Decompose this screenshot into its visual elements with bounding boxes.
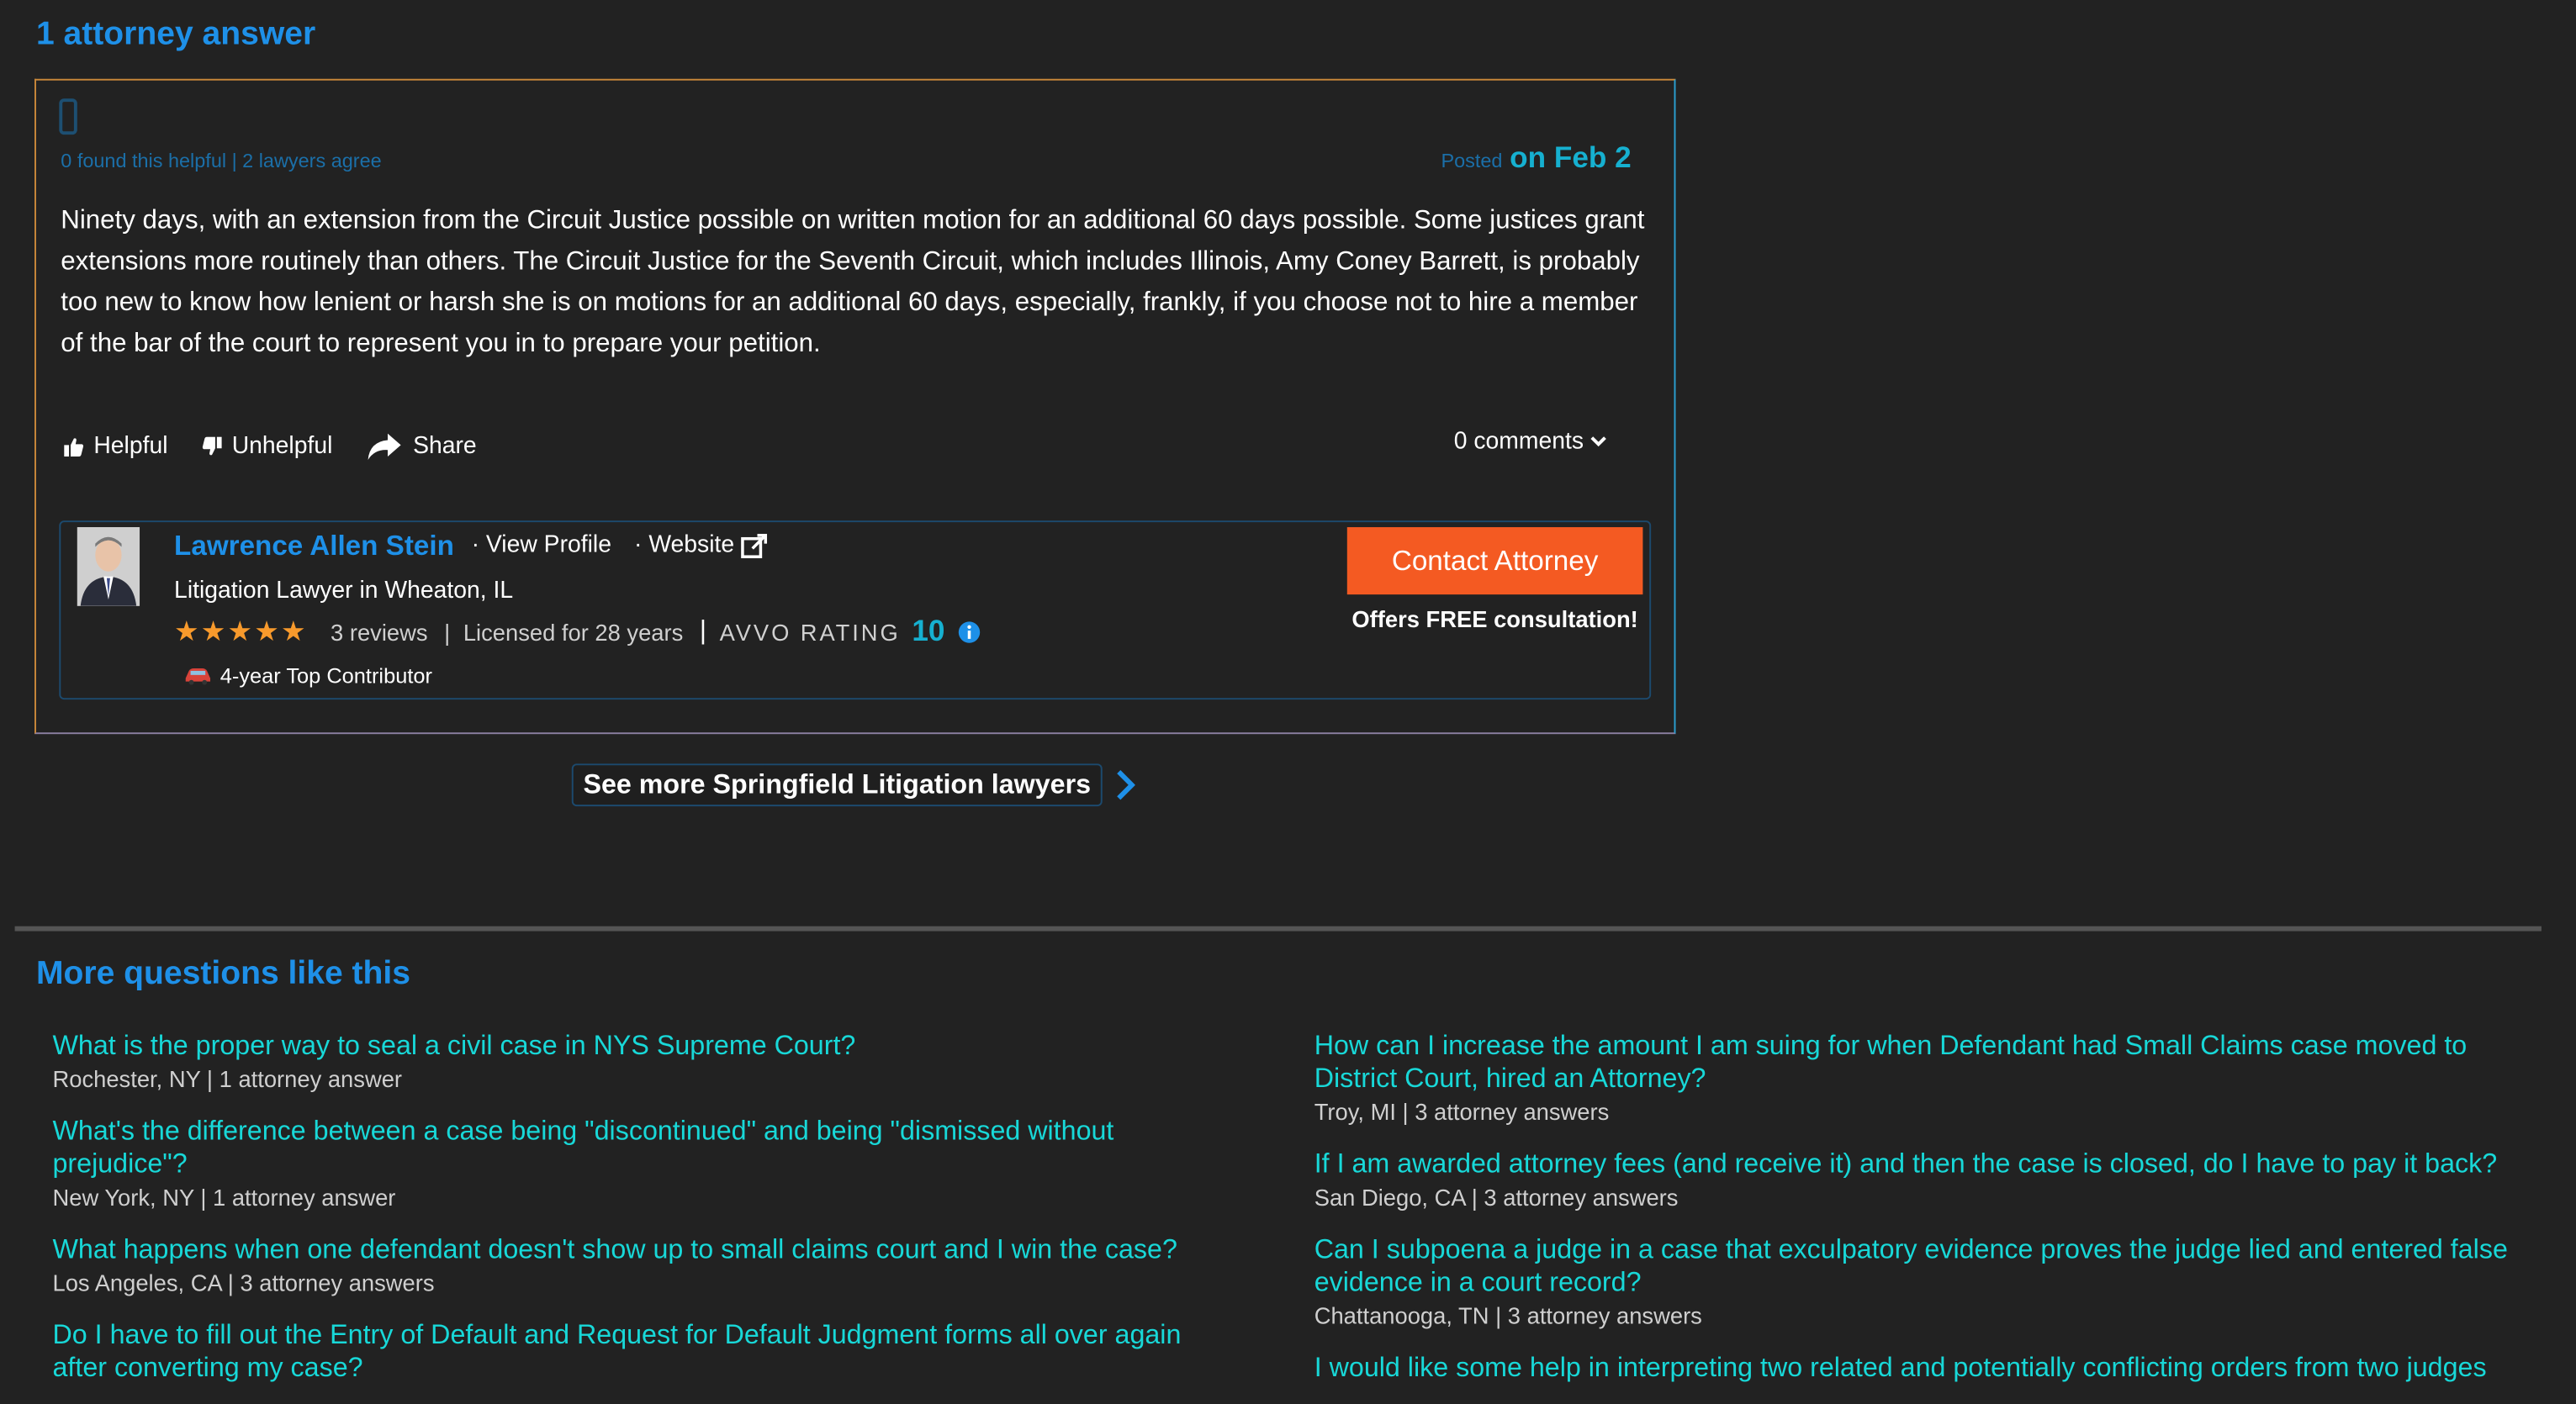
question-meta: San Diego, CA | 3 attorney answers — [1314, 1184, 1679, 1211]
lawyer-title: Litigation Lawyer in Wheaton, IL — [174, 578, 514, 604]
question-meta: Troy, MI | 3 attorney answers — [1314, 1098, 1610, 1126]
helpful-button[interactable]: Helpful — [64, 433, 168, 460]
question-meta: Los Angeles, CA | 3 attorney answers — [52, 1269, 435, 1296]
question-link[interactable]: Do I have to fill out the Entry of Defau… — [53, 1319, 1219, 1385]
question-link[interactable]: If I am awarded attorney fees (and recei… — [1314, 1148, 2514, 1180]
question-link[interactable]: I would like some help in interpreting t… — [1314, 1352, 2514, 1385]
questions-column-right: How can I increase the amount I am suing… — [1314, 1030, 2514, 1404]
thumbs-down-icon — [203, 436, 222, 456]
question-meta: New York, NY | 1 attorney answer — [52, 1184, 396, 1211]
lawyer-name-link[interactable]: Lawrence Allen Stein — [174, 530, 454, 563]
question-item: I would like some help in interpreting t… — [1314, 1352, 2514, 1385]
question-item: What's the difference between a case bei… — [53, 1115, 1219, 1213]
separator: | — [444, 618, 451, 645]
info-icon[interactable] — [958, 620, 981, 642]
question-meta: Chattanooga, TN | 3 attorney answers — [1314, 1302, 1702, 1329]
chevron-right-icon[interactable] — [1115, 768, 1135, 801]
question-link[interactable]: Can I subpoena a judge in a case that ex… — [1314, 1233, 2514, 1299]
view-profile-link[interactable]: · View Profile — [472, 532, 611, 558]
share-icon — [368, 433, 402, 460]
question-item: What happens when one defendant doesn't … — [53, 1233, 1219, 1299]
chevron-down-icon — [1590, 436, 1606, 447]
contact-attorney-button[interactable]: Contact Attorney — [1346, 527, 1643, 595]
helpful-label: Helpful — [93, 433, 168, 460]
unhelpful-button[interactable]: Unhelpful — [203, 433, 333, 460]
comments-count: 0 comments — [1453, 428, 1584, 456]
external-link-icon — [741, 533, 768, 557]
see-more-lawyers[interactable]: See more Springfield Litigation lawyers — [571, 763, 1135, 807]
contributor-label: 4-year Top Contributor — [220, 663, 432, 689]
top-contributor-badge: 4-year Top Contributor — [184, 663, 432, 688]
section-divider — [14, 926, 2542, 932]
question-item: Do I have to fill out the Entry of Defau… — [53, 1319, 1219, 1385]
question-item: What is the proper way to seal a civil c… — [53, 1030, 1219, 1095]
website-label: · Website — [634, 531, 735, 559]
share-button[interactable]: Share — [367, 432, 477, 462]
posted-label: Posted — [1441, 149, 1503, 173]
posted-date: Posted on Feb 2 — [1441, 141, 1631, 176]
lawyer-card: Lawrence Allen Stein · View Profile · We… — [59, 520, 1652, 700]
helpful-count: 0 found this helpful | 2 lawyers agree — [61, 149, 382, 173]
comments-toggle[interactable]: 0 comments — [1454, 429, 1607, 455]
share-label: Share — [413, 433, 477, 460]
see-more-lawyers-button[interactable]: See more Springfield Litigation lawyers — [571, 763, 1103, 807]
licensed-years: Licensed for 28 years — [463, 618, 684, 645]
free-consultation-note: Offers FREE consultation! — [1351, 605, 1638, 633]
lawyer-portrait-icon — [77, 527, 140, 606]
reviews-link[interactable]: 3 reviews — [331, 618, 428, 644]
posted-date-value: on Feb 2 — [1510, 140, 1632, 175]
separator: | — [699, 616, 706, 645]
question-link[interactable]: What happens when one defendant doesn't … — [53, 1233, 1219, 1266]
thumbs-up-icon — [64, 438, 84, 457]
question-meta: Rochester, NY | 1 attorney answer — [52, 1065, 403, 1093]
question-link[interactable]: What's the difference between a case bei… — [53, 1115, 1219, 1180]
more-questions-title: More questions like this — [35, 955, 411, 992]
question-item: If I am awarded attorney fees (and recei… — [1314, 1148, 2514, 1213]
unhelpful-label: Unhelpful — [231, 433, 333, 460]
questions-column-left: What is the proper way to seal a civil c… — [53, 1030, 1219, 1404]
question-link[interactable]: What is the proper way to seal a civil c… — [53, 1030, 1219, 1063]
star-rating: ★★★★★ — [174, 615, 308, 647]
lawyer-rating-row: ★★★★★ 3 reviews | Licensed for 28 years … — [174, 615, 981, 649]
avvo-rating-value: 10 — [912, 614, 945, 647]
question-link[interactable]: How can I increase the amount I am suing… — [1314, 1030, 2514, 1095]
car-icon — [185, 668, 211, 685]
question-item: Can I subpoena a judge in a case that ex… — [1314, 1233, 2514, 1332]
vote-checkbox[interactable] — [59, 98, 77, 135]
answers-header: 1 attorney answer — [35, 16, 316, 53]
avvo-rating-label: AVVO RATING — [719, 618, 901, 645]
answer-text: Ninety days, with an extension from the … — [61, 207, 1645, 358]
answer-actions: Helpful Unhelpful Share — [64, 432, 511, 462]
question-item: How can I increase the amount I am suing… — [1314, 1030, 2514, 1128]
answer-card: 0 found this helpful | 2 lawyers agree P… — [34, 78, 1676, 735]
website-link[interactable]: · Website — [634, 531, 768, 559]
lawyer-photo[interactable] — [77, 527, 140, 606]
